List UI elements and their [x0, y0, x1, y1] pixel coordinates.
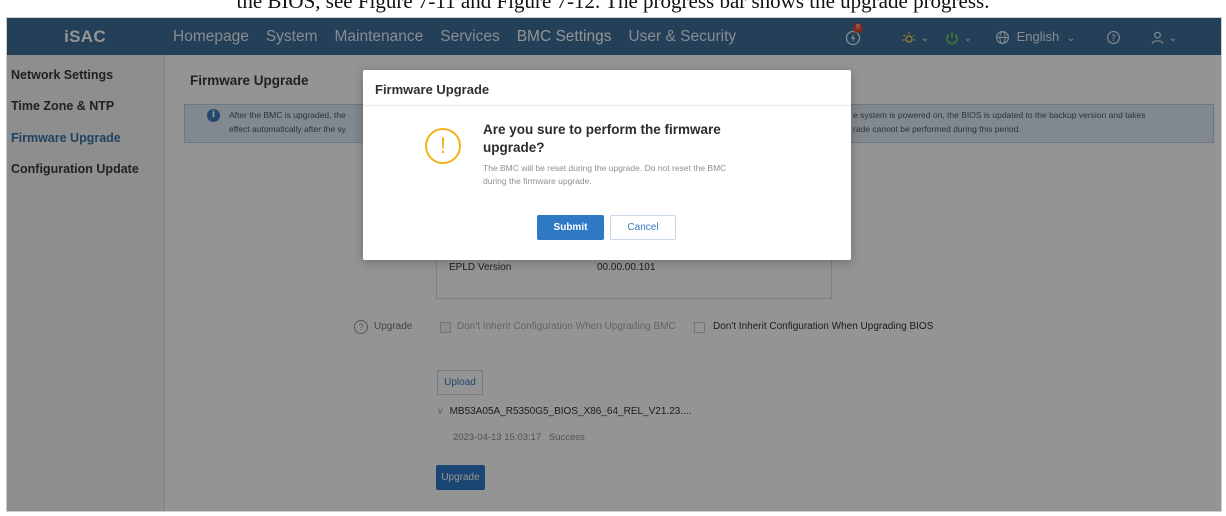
dialog-message-line1: The BMC will be reset during the upgrade…: [483, 163, 727, 173]
dialog-title: Firmware Upgrade: [375, 82, 490, 97]
dialog-message-line2: during the firmware upgrade.: [483, 176, 592, 186]
app-window: iSAC Homepage System Maintenance Service…: [6, 17, 1222, 512]
dialog-divider: [363, 105, 851, 106]
firmware-upgrade-dialog: Firmware Upgrade ! Are you sure to perfo…: [363, 70, 851, 260]
submit-button[interactable]: Submit: [537, 215, 604, 240]
dialog-heading: Are you sure to perform the firmware upg…: [483, 121, 753, 157]
document-caption: the BIOS, see Figure 7-11 and Figure 7-1…: [0, 0, 1226, 18]
cancel-button[interactable]: Cancel: [610, 215, 676, 240]
dialog-heading-line1: Are you sure to perform the firmware: [483, 122, 721, 137]
dialog-message: The BMC will be reset during the upgrade…: [483, 162, 783, 188]
dialog-heading-line2: upgrade?: [483, 140, 545, 155]
warning-icon: !: [425, 128, 461, 164]
